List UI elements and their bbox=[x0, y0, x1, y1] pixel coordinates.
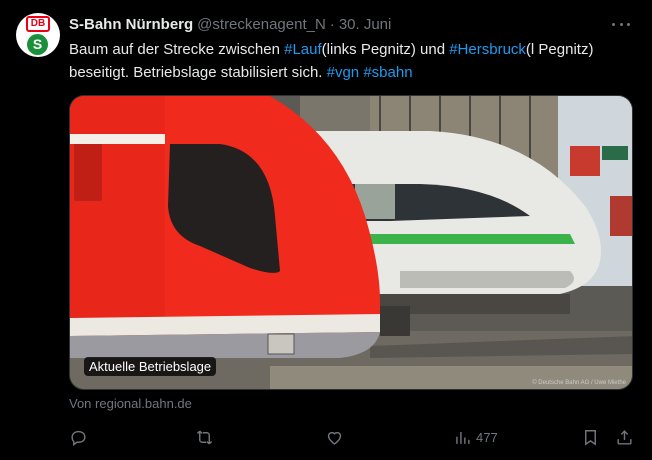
more-dot bbox=[627, 22, 630, 26]
views-count: 477 bbox=[476, 429, 498, 445]
avatar[interactable]: DB S bbox=[16, 13, 60, 57]
separator: · bbox=[329, 15, 335, 33]
views-icon bbox=[456, 431, 470, 444]
more-dot bbox=[612, 22, 615, 26]
more-options-button[interactable] bbox=[612, 15, 630, 33]
views-button[interactable]: 477 bbox=[453, 425, 498, 449]
db-logo: DB bbox=[26, 16, 50, 32]
link-source[interactable]: Von regional.bahn.de bbox=[69, 396, 192, 411]
tweet-date[interactable]: 30. Juni bbox=[339, 16, 392, 33]
share-button[interactable] bbox=[615, 425, 634, 449]
link-card-image[interactable]: Aktuelle Betriebslage © Deutsche Bahn AG… bbox=[69, 95, 633, 390]
text-segment: Baum auf der Strecke zwischen bbox=[69, 41, 285, 58]
tweet-header: S-Bahn Nürnberg @streckenagent_N · 30. J… bbox=[69, 14, 391, 34]
author-handle[interactable]: @streckenagent_N bbox=[197, 16, 326, 33]
tweet[interactable]: DB S S-Bahn Nürnberg @streckenagent_N · … bbox=[0, 0, 652, 460]
reply-button[interactable] bbox=[69, 425, 88, 449]
reply-icon bbox=[71, 430, 86, 446]
hashtag-lauf[interactable]: #Lauf bbox=[284, 41, 322, 58]
more-dot bbox=[619, 22, 623, 26]
bookmark-icon bbox=[585, 429, 596, 446]
author-name[interactable]: S-Bahn Nürnberg bbox=[69, 16, 193, 33]
action-bar: 477 bbox=[69, 425, 635, 449]
hashtag-hersbruck[interactable]: #Hersbruck bbox=[449, 41, 526, 58]
hashtag-vgn[interactable]: #vgn bbox=[327, 64, 360, 81]
link-card-caption: Aktuelle Betriebslage bbox=[84, 357, 217, 376]
share-icon bbox=[617, 429, 632, 445]
heart-icon bbox=[327, 431, 342, 445]
hashtag-sbahn[interactable]: #sbahn bbox=[363, 64, 412, 81]
tweet-text: Baum auf der Strecke zwischen #Lauf(link… bbox=[69, 38, 629, 84]
bookmark-button[interactable] bbox=[581, 425, 600, 449]
retweet-icon bbox=[196, 430, 213, 444]
s-bahn-badge: S bbox=[27, 34, 48, 55]
like-button[interactable] bbox=[325, 425, 344, 449]
photo-credit: © Deutsche Bahn AG / Uwe Miethe bbox=[532, 380, 626, 386]
train-photo bbox=[70, 96, 632, 389]
retweet-button[interactable] bbox=[195, 425, 214, 449]
text-segment: (links Pegnitz) und bbox=[321, 41, 450, 58]
